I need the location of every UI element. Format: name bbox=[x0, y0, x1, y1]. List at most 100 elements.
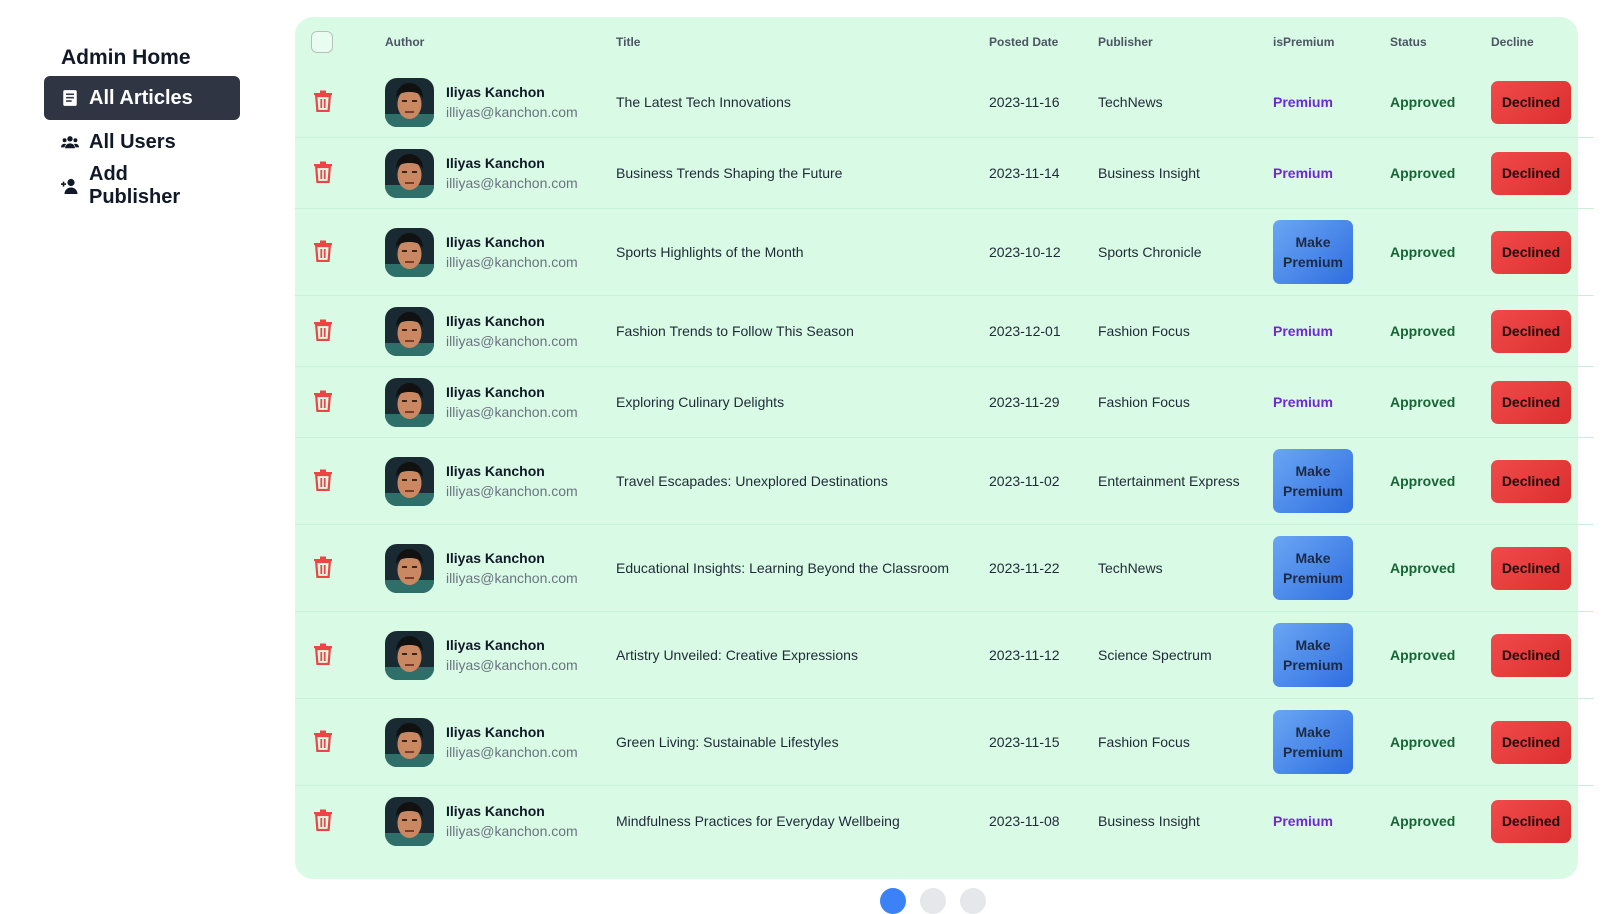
author-cell: Iliyas Kanchon illiyas@kanchon.com bbox=[385, 137, 616, 209]
author-name: Iliyas Kanchon bbox=[446, 84, 545, 100]
status-cell: Approved bbox=[1390, 67, 1491, 138]
table-row: Iliyas Kanchon illiyas@kanchon.com Artistr… bbox=[295, 611, 1594, 699]
trash-icon[interactable] bbox=[313, 730, 333, 752]
posted-date: 2023-11-14 bbox=[989, 137, 1098, 209]
posted-date: 2023-11-22 bbox=[989, 524, 1098, 612]
decline-button[interactable]: Declined bbox=[1491, 230, 1571, 274]
author-name: Iliyas Kanchon bbox=[446, 803, 545, 819]
avatar bbox=[385, 456, 434, 506]
make-premium-button[interactable]: Make Premium bbox=[1273, 623, 1353, 687]
article-title: Artistry Unveiled: Creative Expressions bbox=[616, 611, 989, 699]
make-premium-button[interactable]: Make Premium bbox=[1273, 536, 1353, 600]
decline-button[interactable]: Declined bbox=[1491, 309, 1571, 353]
article-title: The Latest Tech Innovations bbox=[616, 94, 791, 110]
premium-cell: Premium bbox=[1273, 137, 1390, 209]
decline-button[interactable]: Declined bbox=[1491, 546, 1571, 590]
table-row: Iliyas Kanchon illiyas@kanchon.com Sports … bbox=[295, 208, 1594, 296]
table-row: Iliyas Kanchon illiyas@kanchon.com The Lat… bbox=[295, 67, 1594, 138]
trash-icon[interactable] bbox=[313, 319, 333, 341]
premium-cell: Premium bbox=[1273, 366, 1390, 438]
row-action-cell bbox=[295, 137, 385, 209]
publisher-name: Entertainment Express bbox=[1098, 437, 1273, 525]
premium-cell: Make Premium bbox=[1273, 208, 1390, 296]
author-cell: Iliyas Kanchon illiyas@kanchon.com bbox=[385, 437, 616, 525]
author-email: illiyas@kanchon.com bbox=[446, 175, 578, 191]
sidebar-item-all-articles[interactable]: All Articles bbox=[44, 76, 240, 120]
select-all-cell bbox=[295, 17, 385, 67]
avatar bbox=[385, 227, 434, 277]
trash-icon[interactable] bbox=[313, 240, 333, 262]
table-row: Iliyas Kanchon illiyas@kanchon.com Educati… bbox=[295, 524, 1594, 612]
avatar bbox=[385, 630, 434, 680]
sidebar-item-label: All Users bbox=[89, 130, 176, 153]
page-button[interactable] bbox=[880, 888, 906, 914]
sidebar-item-add-publisher[interactable]: Add Publisher bbox=[44, 163, 240, 208]
decline-button[interactable]: Declined bbox=[1491, 720, 1571, 764]
make-premium-button[interactable]: Make Premium bbox=[1273, 710, 1353, 774]
avatar bbox=[385, 77, 434, 127]
table-row: Iliyas Kanchon illiyas@kanchon.com Green L… bbox=[295, 698, 1594, 786]
trash-icon[interactable] bbox=[313, 90, 333, 112]
article-icon bbox=[63, 90, 77, 106]
premium-label: Premium bbox=[1273, 813, 1333, 829]
author-email: illiyas@kanchon.com bbox=[446, 483, 578, 499]
make-premium-button[interactable]: Make Premium bbox=[1273, 449, 1353, 513]
article-title: Business Trends Shaping the Future bbox=[616, 137, 989, 209]
status-badge: Approved bbox=[1390, 560, 1456, 576]
premium-label: Premium bbox=[1273, 394, 1333, 410]
page-button[interactable] bbox=[960, 888, 986, 914]
header-is-premium: isPremium bbox=[1273, 35, 1335, 49]
row-action-cell bbox=[295, 698, 385, 786]
decline-cell: Declined bbox=[1491, 67, 1594, 138]
trash-icon[interactable] bbox=[313, 469, 333, 491]
publisher-name: Fashion Focus bbox=[1098, 295, 1273, 367]
author-cell: Iliyas Kanchon illiyas@kanchon.com bbox=[385, 295, 616, 367]
avatar bbox=[385, 717, 434, 767]
articles-table-panel: Author Title Posted Date Publisher isPre… bbox=[295, 17, 1594, 879]
avatar-image bbox=[385, 543, 434, 593]
trash-icon[interactable] bbox=[313, 390, 333, 412]
avatar-image bbox=[385, 796, 434, 846]
status-cell: Approved bbox=[1390, 524, 1491, 612]
author-cell: Iliyas Kanchon illiyas@kanchon.com bbox=[385, 524, 616, 612]
publisher-name: Business Insight bbox=[1098, 137, 1273, 209]
status-badge: Approved bbox=[1390, 94, 1456, 110]
posted-date: 2023-11-16 bbox=[989, 94, 1060, 110]
status-badge: Approved bbox=[1390, 647, 1456, 663]
articles-table: Author Title Posted Date Publisher isPre… bbox=[295, 17, 1594, 856]
decline-cell: Declined bbox=[1491, 366, 1594, 438]
page-button[interactable] bbox=[920, 888, 946, 914]
sidebar-title[interactable]: Admin Home bbox=[44, 40, 240, 76]
avatar-image bbox=[385, 377, 434, 427]
avatar bbox=[385, 148, 434, 198]
avatar-image bbox=[385, 148, 434, 198]
select-all-checkbox[interactable] bbox=[311, 31, 333, 53]
author-cell: Iliyas Kanchon illiyas@kanchon.com bbox=[385, 67, 616, 138]
author-name: Iliyas Kanchon bbox=[446, 155, 545, 171]
author-email: illiyas@kanchon.com bbox=[446, 823, 578, 839]
posted-date: 2023-11-12 bbox=[989, 611, 1098, 699]
trash-icon[interactable] bbox=[313, 556, 333, 578]
author-name: Iliyas Kanchon bbox=[446, 550, 545, 566]
sidebar-item-all-users[interactable]: All Users bbox=[44, 120, 240, 164]
decline-button[interactable]: Declined bbox=[1491, 151, 1571, 195]
status-badge: Approved bbox=[1390, 165, 1456, 181]
author-email: illiyas@kanchon.com bbox=[446, 657, 578, 673]
decline-button[interactable]: Declined bbox=[1491, 380, 1571, 424]
premium-cell: Make Premium bbox=[1273, 611, 1390, 699]
status-badge: Approved bbox=[1390, 323, 1456, 339]
trash-icon[interactable] bbox=[313, 809, 333, 831]
trash-icon[interactable] bbox=[313, 643, 333, 665]
make-premium-button[interactable]: Make Premium bbox=[1273, 220, 1353, 284]
trash-icon[interactable] bbox=[313, 161, 333, 183]
premium-cell: Premium bbox=[1273, 785, 1390, 856]
row-action-cell bbox=[295, 366, 385, 438]
decline-button[interactable]: Declined bbox=[1491, 80, 1571, 124]
status-cell: Approved bbox=[1390, 208, 1491, 296]
table-row: Iliyas Kanchon illiyas@kanchon.com Mindful… bbox=[295, 785, 1594, 856]
premium-label: Premium bbox=[1273, 323, 1333, 339]
decline-button[interactable]: Declined bbox=[1491, 799, 1571, 843]
decline-button[interactable]: Declined bbox=[1491, 633, 1571, 677]
author-email: illiyas@kanchon.com bbox=[446, 254, 578, 270]
decline-button[interactable]: Declined bbox=[1491, 459, 1571, 503]
